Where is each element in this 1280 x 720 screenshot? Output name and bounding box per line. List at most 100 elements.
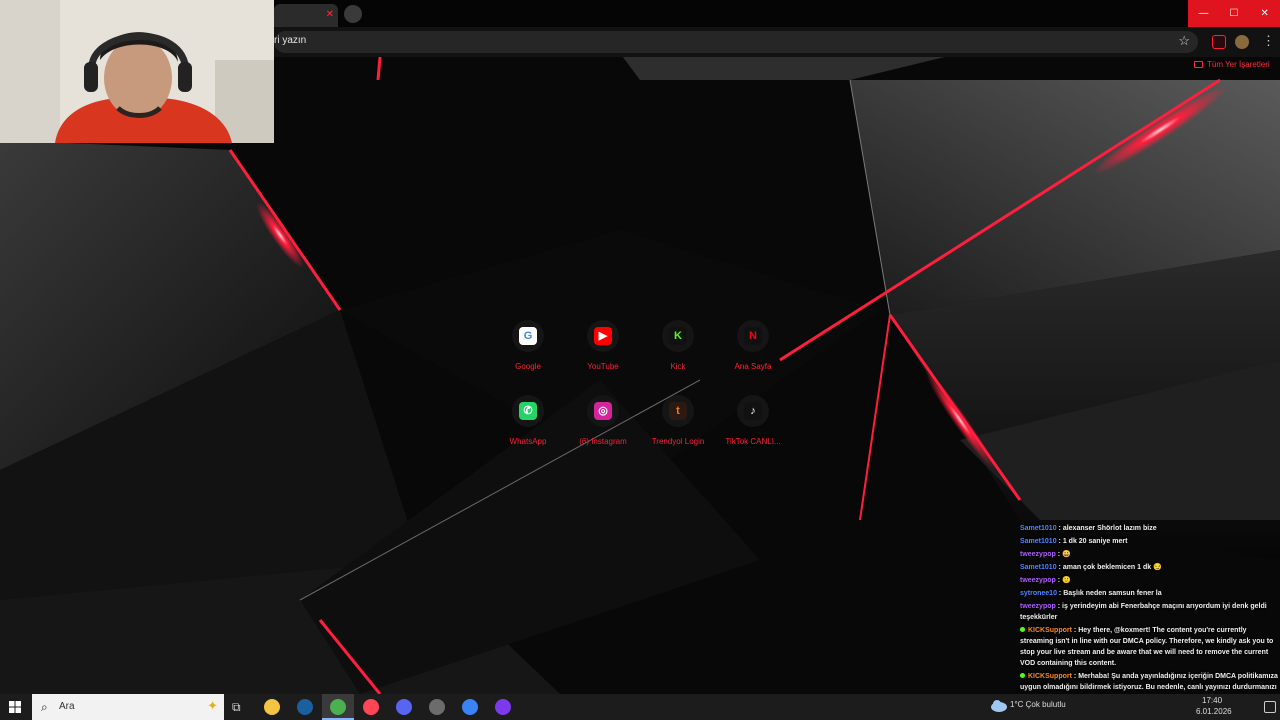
shortcut-tile[interactable]: ✆ WhatsApp xyxy=(496,395,560,459)
google-icon: G xyxy=(519,327,537,345)
shortcut-label: (6) Instagram xyxy=(579,437,627,446)
shortcut-icon-wrapper: G xyxy=(512,320,544,352)
taskbar-app[interactable] xyxy=(388,694,420,720)
shortcut-icon-wrapper: ◎ xyxy=(587,395,619,427)
browser-menu-icon[interactable]: ⋮ xyxy=(1262,33,1275,49)
chat-username[interactable]: Samet1010 xyxy=(1020,564,1057,571)
shortcut-tile[interactable]: G Google xyxy=(496,320,560,384)
taskbar-app[interactable] xyxy=(355,694,387,720)
shortcut-tile[interactable]: N Ana Sayfa xyxy=(721,320,785,384)
shortcut-tile[interactable]: K Kick xyxy=(646,320,710,384)
shortcut-label: Trendyol Login xyxy=(651,437,705,446)
task-view-icon[interactable]: ⧉ xyxy=(232,700,246,714)
shortcut-label: Google xyxy=(515,362,541,371)
kick-badge-icon xyxy=(1020,673,1025,678)
weather-cloud-icon[interactable] xyxy=(990,698,1008,712)
chat-text: 🙂 xyxy=(1062,577,1071,584)
minimize-button[interactable]: — xyxy=(1188,0,1219,27)
chat-username[interactable]: tweezypop xyxy=(1020,577,1056,584)
chat-text: iş yerindeyim abi Fenerbahçe maçını arıy… xyxy=(1020,603,1267,621)
taskbar: ⌕ Ara ✦ ⧉ 1°C Çok bulutlu 17:40 6.01.202… xyxy=(0,694,1280,720)
chat-text: 1 dk 20 saniye mert xyxy=(1062,538,1128,545)
youtube-icon: ▶ xyxy=(594,327,612,345)
whatsapp-icon: ✆ xyxy=(519,402,537,420)
chat-username[interactable]: sytronee10 xyxy=(1020,590,1057,597)
chat-username[interactable]: KICKSupport xyxy=(1028,673,1072,680)
chrome-icon xyxy=(330,699,346,715)
chat-message: Samet1010 : aman çok beklemicen 1 dk 😏 xyxy=(1020,564,1162,571)
address-bar-text[interactable]: ri yazın xyxy=(274,35,306,46)
address-bar[interactable]: ri yazın ☆ xyxy=(274,31,1198,53)
shortcut-label: TikTok CANLI... xyxy=(725,437,781,446)
chat-username[interactable]: KICKSupport xyxy=(1028,627,1072,634)
shortcut-label: Kick xyxy=(670,362,686,371)
shortcut-label: Ana Sayfa xyxy=(734,362,772,371)
taskbar-app[interactable] xyxy=(421,694,453,720)
chat-message: KICKSupport : Hey there, @koxmert! The c… xyxy=(1020,627,1274,667)
close-button[interactable]: ✕ xyxy=(1249,0,1280,27)
shortcut-tile[interactable]: ▶ YouTube xyxy=(571,320,635,384)
taskbar-app[interactable] xyxy=(454,694,486,720)
chat-message: Samet1010 : alexanser Shörlot lazım bize xyxy=(1020,525,1157,532)
weather-text[interactable]: 1°C Çok bulutlu xyxy=(1010,700,1066,709)
profile-avatar[interactable] xyxy=(1235,35,1249,49)
instagram-icon: ◎ xyxy=(594,402,612,420)
app-icon-2 xyxy=(495,699,511,715)
tab-close-icon[interactable]: ✕ xyxy=(326,7,334,23)
shortcut-tile[interactable]: ◎ (6) Instagram xyxy=(571,395,635,459)
app-icon xyxy=(462,699,478,715)
all-bookmarks-button[interactable]: Tüm Yer İşaretleri xyxy=(1194,60,1270,69)
shortcut-tile[interactable]: t Trendyol Login xyxy=(646,395,710,459)
chat-username[interactable]: Samet1010 xyxy=(1020,525,1057,532)
desktop: ✕ — ☐ ✕ ri yazın ☆ ⋮ Tüm Yer İşaretleri xyxy=(0,0,1280,720)
valorant-icon xyxy=(363,699,379,715)
notification-icon[interactable] xyxy=(1264,701,1276,713)
chat-username[interactable]: tweezypop xyxy=(1020,551,1056,558)
webcam-overlay xyxy=(0,0,274,143)
shortcut-icon-wrapper: ✆ xyxy=(512,395,544,427)
shortcut-icon-wrapper: ♪ xyxy=(737,395,769,427)
discord-icon xyxy=(396,699,412,715)
taskbar-app[interactable] xyxy=(322,694,354,720)
shortcut-label: YouTube xyxy=(587,362,619,371)
shortcut-icon-wrapper: t xyxy=(662,395,694,427)
clock-date[interactable]: 6.01.2026 xyxy=(1196,707,1232,716)
shortcut-label: WhatsApp xyxy=(509,437,547,446)
chat-username[interactable]: tweezypop xyxy=(1020,603,1056,610)
all-bookmarks-label: Tüm Yer İşaretleri xyxy=(1207,60,1270,69)
chat-text: 😀 xyxy=(1062,551,1071,558)
chat-message: Samet1010 : 1 dk 20 saniye mert xyxy=(1020,538,1128,545)
chat-overlay: Samet1010 : alexanser Shörlot lazım bize… xyxy=(1018,522,1280,720)
chat-message: tweezypop : 🙂 xyxy=(1020,577,1071,584)
chat-message: tweezypop : 😀 xyxy=(1020,551,1071,558)
windows-start-icon[interactable] xyxy=(4,698,26,716)
browser-tab[interactable]: ✕ xyxy=(274,4,338,27)
trendyol-icon: t xyxy=(669,402,687,420)
taskbar-app[interactable] xyxy=(256,694,288,720)
chat-text: Başlık neden samsun fener la xyxy=(1063,590,1162,597)
new-tab-button[interactable] xyxy=(344,5,362,23)
shortcut-icon-wrapper: K xyxy=(662,320,694,352)
clock-time[interactable]: 17:40 xyxy=(1202,696,1222,705)
taskbar-app[interactable] xyxy=(487,694,519,720)
chat-text: alexanser Shörlot lazım bize xyxy=(1062,525,1157,532)
chat-username[interactable]: Samet1010 xyxy=(1020,538,1057,545)
search-highlight-icon[interactable]: ✦ xyxy=(207,698,218,714)
steam-icon xyxy=(297,699,313,715)
taskbar-app[interactable] xyxy=(289,694,321,720)
obs-icon xyxy=(429,699,445,715)
system-tray: 1°C Çok bulutlu 17:40 6.01.2026 xyxy=(990,694,1280,720)
chat-text: aman çok beklemicen 1 dk 😏 xyxy=(1062,564,1162,571)
shortcut-tile[interactable]: ♪ TikTok CANLI... xyxy=(721,395,785,459)
kick-icon: K xyxy=(669,327,687,345)
maximize-button[interactable]: ☐ xyxy=(1219,0,1250,27)
tiktok-icon: ♪ xyxy=(744,402,762,420)
window-controls: — ☐ ✕ xyxy=(1188,0,1280,27)
bookmark-star-icon[interactable]: ☆ xyxy=(1178,33,1190,49)
search-input[interactable]: Ara xyxy=(59,701,75,712)
taskbar-search[interactable]: ⌕ Ara ✦ xyxy=(32,694,224,720)
search-icon: ⌕ xyxy=(41,700,48,714)
file-explorer-icon xyxy=(264,699,280,715)
extension-icon[interactable] xyxy=(1212,35,1226,49)
chat-message: sytronee10 : Başlık neden samsun fener l… xyxy=(1020,590,1162,597)
